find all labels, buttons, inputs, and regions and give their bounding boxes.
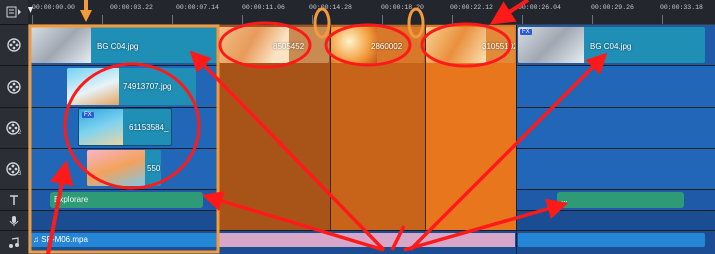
clip-name: BG C04.jpg [97,42,139,51]
ruler-label: 00:00:14.28 [309,4,352,11]
music-note-icon: ♫ [33,235,42,244]
ruler-label: 00:00:11.06 [242,4,285,11]
ruler-label: 00:00:29.26 [591,4,634,11]
ruler-label: 00:00:00.00 [32,4,75,11]
clip-thumbnail [426,27,486,63]
clip-name: 61153584_ [129,123,169,132]
overlay-track-1-icon [7,79,21,94]
overlay-track-2-header[interactable]: 2 [0,108,28,149]
clip-name: 8505452 [273,42,305,51]
ruler-label: 00:00:07.14 [176,4,219,11]
music-clip-continued [218,233,515,247]
clip-name: BG C04.jpg [590,42,632,51]
clip-name: 2860002 [371,42,403,51]
ruler-label: 00:00:33.18 [660,4,703,11]
clip-name: 550 [147,164,161,173]
fx-badge: FX [520,29,532,35]
fx-badge: FX [82,112,94,118]
title-clip-text: Explorare [54,195,89,204]
svg-text:3: 3 [18,171,22,176]
video-clip-2860002[interactable]: 2860002 [331,27,424,63]
voice-track-header[interactable] [0,211,28,231]
video-clip-8505452[interactable]: 8505452 [219,27,329,63]
clip-thumbnail [31,27,91,63]
ruler-label: 00:00:03.22 [110,4,153,11]
overlay-track-1-header[interactable] [0,66,28,108]
music-clip[interactable]: ♫ SP-M06.mpa [30,233,217,247]
music-clip-tail [518,233,705,247]
video-track-icon [7,38,21,52]
clip-name: 31055102 [482,42,515,51]
title-track-icon [10,195,18,205]
voice-track-icon [9,215,19,226]
title-track-header[interactable] [0,190,28,211]
overlay-clip-74913707[interactable]: 74913707.jpg [67,68,196,105]
music-track-header[interactable] [0,231,28,254]
clip-thumbnail [87,150,145,186]
overlay-clip-61153584[interactable]: FX 61153584_ [78,108,172,146]
video-clip-bg-c04-1[interactable]: BG C04.jpg [31,27,218,63]
video-clip-bg-c04-2[interactable]: FX BG C04.jpg [518,27,705,63]
video-track-header[interactable] [0,25,28,66]
ruler-label: 00:00:26.04 [518,4,561,11]
clip-name: 74913707.jpg [123,82,172,91]
overlay-clip-550[interactable]: 550 [87,150,161,186]
title-clip-2[interactable]: ... [557,192,684,208]
overlay-track-3-header[interactable]: 3 [0,149,28,190]
title-clip-text: ... [561,195,568,204]
ruler-label: 00:00:18.20 [381,4,424,11]
svg-text:2: 2 [18,130,22,135]
video-clip-31055102[interactable]: 31055102 [426,27,515,63]
clip-thumbnail [67,68,119,105]
title-clip-explorare[interactable]: Explorare [50,192,203,208]
storyboard-toggle-icon [6,6,21,18]
storyboard-toggle-button[interactable] [0,0,28,25]
music-clip-name: SP-M06.mpa [41,235,88,244]
overlay-track-2-icon: 2 [6,121,22,135]
time-ruler[interactable]: 00:00:00.00 00:00:03.22 00:00:07.14 00:0… [28,0,715,25]
ruler-label: 00:00:22.12 [450,4,493,11]
music-track-icon [9,236,19,248]
timeline-editor: 2 3 00:00:00.00 00:00:03.22 00:00:07.14 … [0,0,715,254]
overlay-track-3-icon: 3 [6,162,22,176]
